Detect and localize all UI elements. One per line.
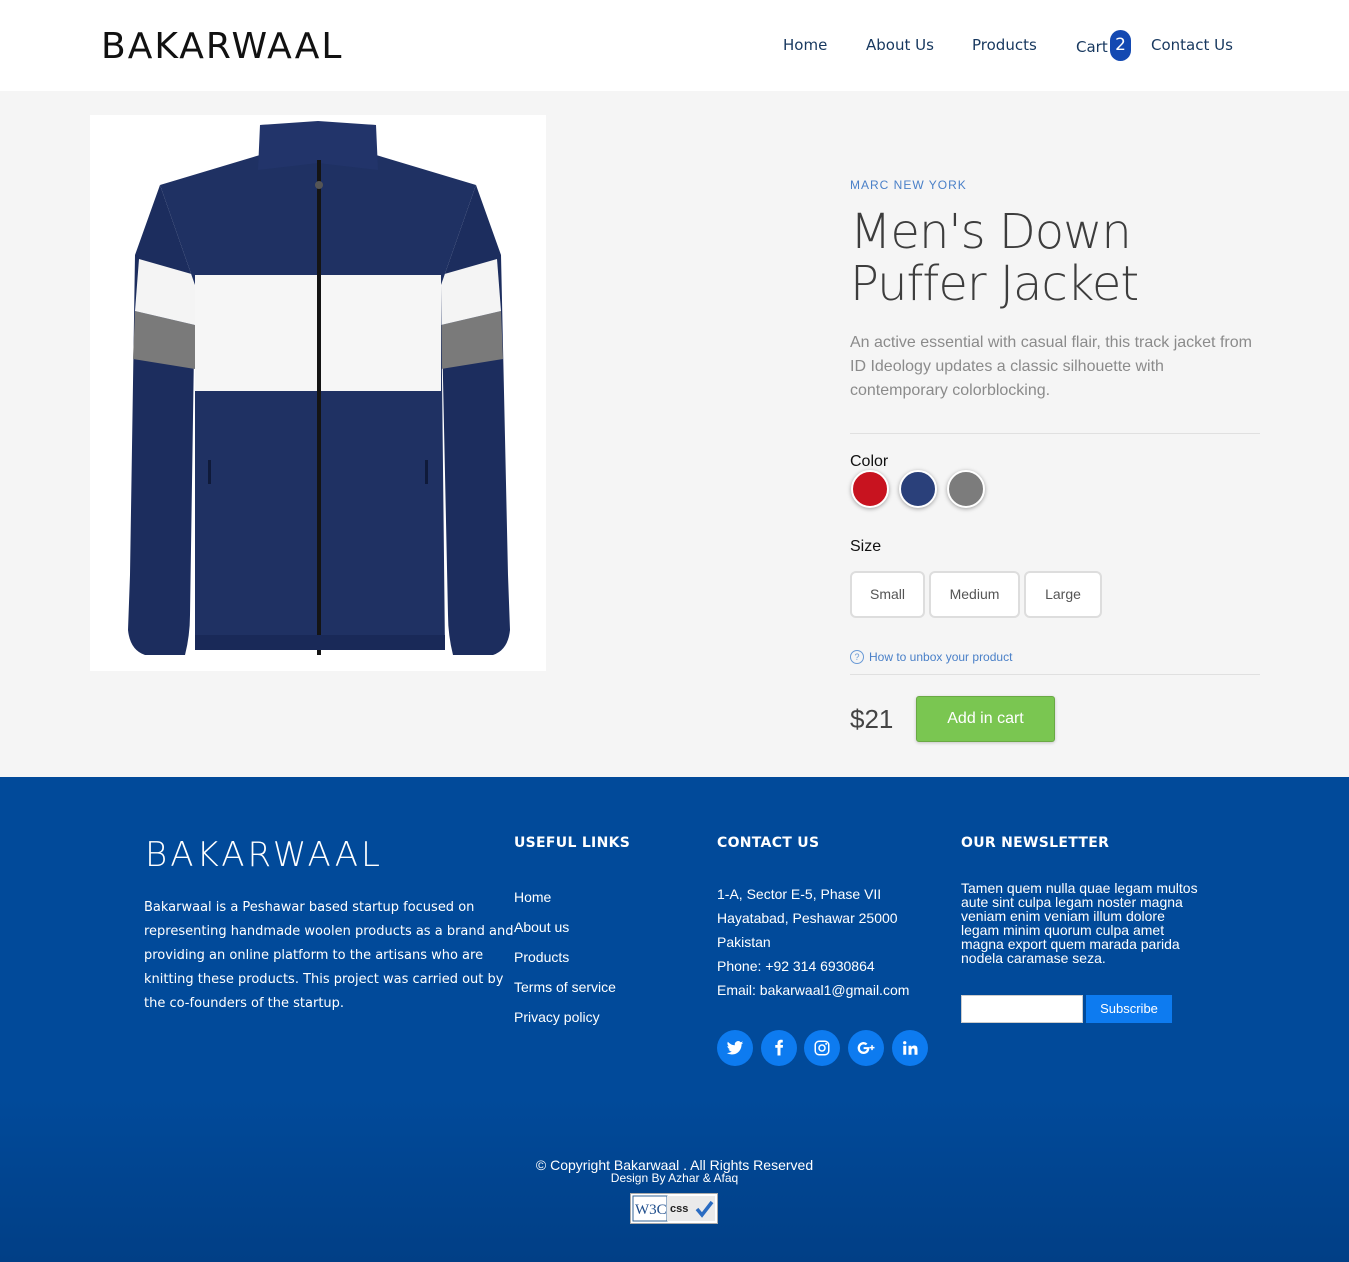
nav-contact-us[interactable]: Contact Us: [1151, 36, 1233, 54]
contact-email: Email: bakarwaal1@gmail.com: [717, 982, 910, 998]
footer-link-home[interactable]: Home: [514, 889, 551, 905]
w3c-logo-text: W3C: [635, 1202, 667, 1218]
nav-cart[interactable]: Cart: [1076, 38, 1108, 56]
footer-about-text: Bakarwaal is a Peshawar based startup fo…: [144, 900, 514, 1011]
contact-address-line-1: 1-A, Sector E-5, Phase VII: [717, 886, 882, 902]
contact-us-title: CONTACT US: [717, 835, 820, 851]
site-header: BAKARWAAL Home About Us Products Cart Co…: [0, 0, 1349, 91]
footer-link-terms[interactable]: Terms of service: [514, 979, 616, 995]
color-swatch-gray[interactable]: [947, 470, 985, 508]
help-circle-icon: ?: [850, 650, 864, 664]
footer-link-products[interactable]: Products: [514, 949, 569, 965]
size-small-button[interactable]: Small: [850, 571, 925, 618]
footer-link-about[interactable]: About us: [514, 919, 569, 935]
divider: [850, 674, 1260, 675]
copyright-bar: © Copyright Bakarwaal . All Rights Reser…: [0, 1097, 1349, 1262]
site-footer: BAKARWAAL Bakarwaal is a Peshawar based …: [0, 777, 1349, 1097]
useful-links-title: USEFUL LINKS: [514, 835, 631, 851]
product-price: $21: [850, 704, 894, 734]
jacket-image: [128, 121, 510, 655]
size-medium-button[interactable]: Medium: [929, 571, 1020, 618]
footer-link-privacy[interactable]: Privacy policy: [514, 1009, 600, 1025]
w3c-css-badge[interactable]: W3C css: [630, 1193, 718, 1224]
size-label: Size: [850, 538, 882, 555]
nav-products[interactable]: Products: [972, 36, 1037, 54]
product-image: [90, 115, 546, 671]
unbox-help-link[interactable]: ? How to unbox your product: [850, 650, 1012, 664]
contact-address-line-3: Pakistan: [717, 934, 771, 950]
footer-logo: BAKARWAAL: [145, 835, 383, 875]
twitter-icon[interactable]: [717, 1030, 753, 1066]
cart-count-badge[interactable]: 2: [1110, 30, 1131, 61]
facebook-icon[interactable]: [761, 1030, 797, 1066]
color-label: Color: [850, 453, 889, 470]
css-label-text: css: [670, 1203, 688, 1215]
divider: [850, 433, 1260, 434]
subscribe-button[interactable]: Subscribe: [1086, 995, 1172, 1023]
linkedin-icon[interactable]: [892, 1030, 928, 1066]
color-swatch-blue[interactable]: [899, 470, 937, 508]
contact-address-line-2: Hayatabad, Peshawar 25000: [717, 910, 898, 926]
newsletter-email-input[interactable]: [961, 995, 1083, 1023]
product-description: An active essential with casual flair, t…: [850, 334, 1252, 399]
nav-about-us[interactable]: About Us: [866, 36, 934, 54]
newsletter-text: Tamen quem nulla quae legam multos aute …: [961, 880, 1198, 966]
size-large-button[interactable]: Large: [1024, 571, 1102, 618]
main-nav: Home About Us Products Cart Contact Us: [0, 36, 1349, 60]
instagram-icon[interactable]: [804, 1030, 840, 1066]
product-title: Men's Down Puffer Jacket: [850, 204, 1139, 312]
unbox-help-label: How to unbox your product: [869, 650, 1013, 664]
product-brand: MARC NEW YORK: [850, 178, 967, 192]
nav-home[interactable]: Home: [783, 36, 827, 54]
add-to-cart-button[interactable]: Add in cart: [916, 696, 1055, 742]
google-plus-icon[interactable]: [848, 1030, 884, 1066]
contact-phone: Phone: +92 314 6930864: [717, 958, 875, 974]
color-swatch-red[interactable]: [851, 470, 889, 508]
design-credits: Design By Azhar & Afaq: [610, 1171, 739, 1185]
newsletter-title: OUR NEWSLETTER: [961, 835, 1110, 851]
